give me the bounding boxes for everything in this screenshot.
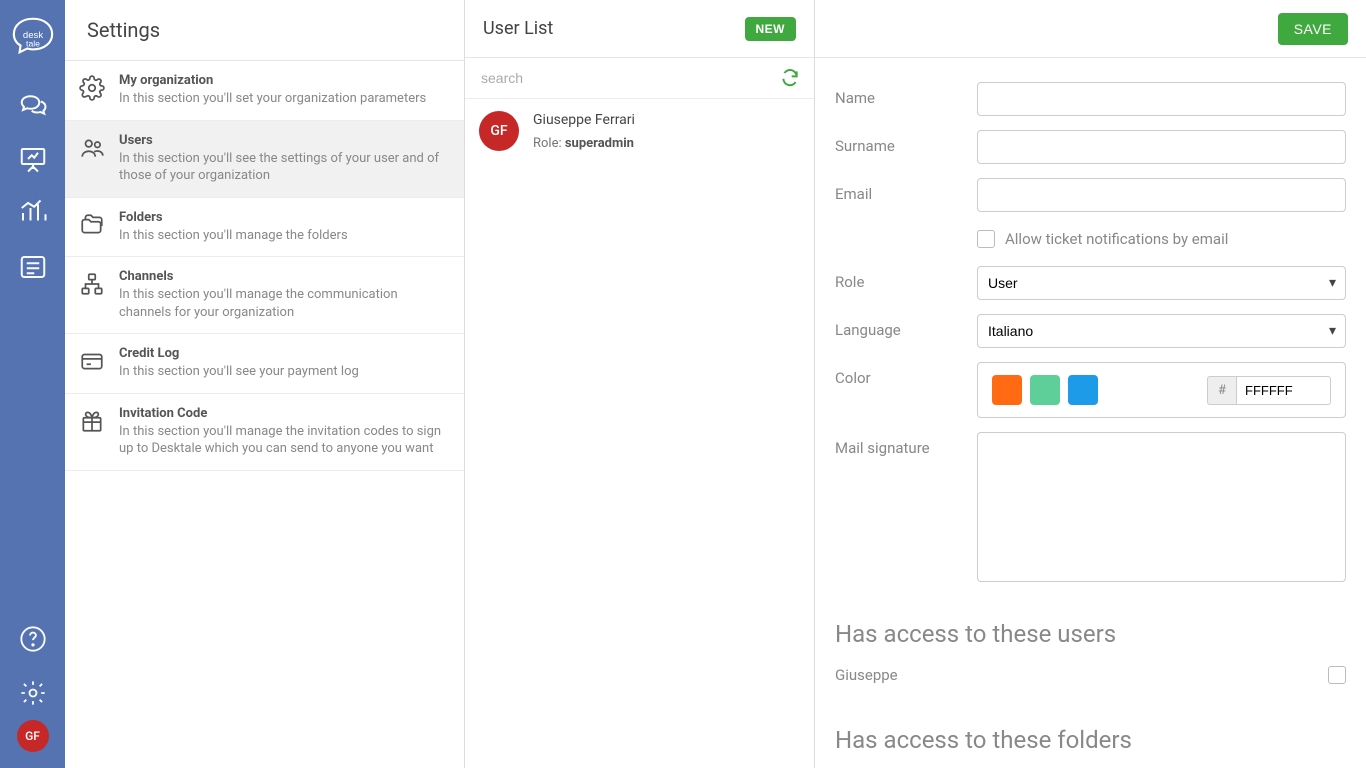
user-name: Giuseppe Ferrari <box>533 112 635 128</box>
email-input[interactable] <box>977 178 1346 212</box>
settings-item-title: Credit Log <box>119 346 450 361</box>
settings-item-desc: In this section you'll manage the commun… <box>119 286 450 321</box>
nav-settings-icon[interactable] <box>16 676 50 710</box>
user-avatar: GF <box>479 111 519 151</box>
settings-item-desc: In this section you'll manage the invita… <box>119 423 450 458</box>
search-input[interactable] <box>479 66 780 90</box>
language-select[interactable] <box>977 314 1346 348</box>
access-user-checkbox[interactable] <box>1328 666 1346 684</box>
nav-list-icon[interactable] <box>16 250 50 284</box>
access-users-heading: Has access to these users <box>835 620 1346 648</box>
hex-prefix: # <box>1207 376 1236 405</box>
rail-user-avatar[interactable]: GF <box>17 720 49 752</box>
settings-item-users[interactable]: Users In this section you'll see the set… <box>65 121 464 198</box>
allow-notifications-checkbox[interactable] <box>977 230 995 248</box>
settings-item-title: Invitation Code <box>119 406 450 421</box>
label-mail-signature: Mail signature <box>835 432 977 457</box>
save-button[interactable]: SAVE <box>1278 13 1348 45</box>
nav-chat-icon[interactable] <box>16 88 50 122</box>
settings-item-desc: In this section you'll manage the folder… <box>119 227 450 245</box>
user-role: Role: superadmin <box>533 136 635 151</box>
color-swatch-teal[interactable] <box>1030 375 1060 405</box>
label-email: Email <box>835 178 977 203</box>
name-input[interactable] <box>977 82 1346 116</box>
nav-help-icon[interactable] <box>16 622 50 656</box>
settings-item-title: Folders <box>119 210 450 225</box>
settings-item-desc: In this section you'll see the settings … <box>119 150 450 185</box>
label-name: Name <box>835 82 977 107</box>
role-select[interactable] <box>977 266 1346 300</box>
refresh-icon[interactable] <box>780 68 800 88</box>
credit-card-icon <box>79 348 107 376</box>
detail-panel: SAVE Name Surname Email Allow ti <box>815 0 1366 768</box>
users-icon <box>79 135 107 163</box>
label-surname: Surname <box>835 130 977 155</box>
label-language: Language <box>835 314 977 339</box>
access-user-row: Giuseppe <box>835 662 1346 692</box>
settings-item-title: Channels <box>119 269 450 284</box>
hex-input[interactable] <box>1236 376 1331 405</box>
access-user-name: Giuseppe <box>835 666 898 684</box>
settings-item-folders[interactable]: Folders In this section you'll manage th… <box>65 198 464 258</box>
nav-analytics-icon[interactable] <box>16 196 50 230</box>
label-role: Role <box>835 266 977 291</box>
svg-text:tale: tale <box>26 39 40 49</box>
gift-icon <box>79 408 107 436</box>
settings-item-invitation[interactable]: Invitation Code In this section you'll m… <box>65 394 464 471</box>
new-user-button[interactable]: NEW <box>745 17 797 41</box>
surname-input[interactable] <box>977 130 1346 164</box>
settings-item-creditlog[interactable]: Credit Log In this section you'll see yo… <box>65 334 464 394</box>
userlist-title: User List <box>483 18 553 39</box>
mail-signature-input[interactable] <box>977 432 1346 582</box>
nav-rail: desk tale GF <box>0 0 65 768</box>
nav-presentation-icon[interactable] <box>16 142 50 176</box>
settings-item-title: Users <box>119 133 450 148</box>
settings-panel: Settings My organization In this section… <box>65 0 465 768</box>
sitemap-icon <box>79 271 107 299</box>
settings-title: Settings <box>65 0 464 61</box>
access-folders-heading: Has access to these folders <box>835 726 1346 754</box>
color-swatch-blue[interactable] <box>1068 375 1098 405</box>
label-color: Color <box>835 362 977 387</box>
user-list-item[interactable]: GF Giuseppe Ferrari Role: superadmin <box>465 99 814 163</box>
settings-item-organization[interactable]: My organization In this section you'll s… <box>65 61 464 121</box>
settings-item-desc: In this section you'll see your payment … <box>119 363 450 381</box>
userlist-panel: User List NEW GF Giuseppe Ferrari Role: … <box>465 0 815 768</box>
settings-item-desc: In this section you'll set your organiza… <box>119 90 450 108</box>
folders-icon <box>79 212 107 240</box>
gear-icon <box>79 75 107 103</box>
label-allow-notifications: Allow ticket notifications by email <box>1005 230 1228 248</box>
brand-logo: desk tale <box>9 12 57 60</box>
settings-item-channels[interactable]: Channels In this section you'll manage t… <box>65 257 464 334</box>
settings-item-title: My organization <box>119 73 450 88</box>
color-swatch-orange[interactable] <box>992 375 1022 405</box>
